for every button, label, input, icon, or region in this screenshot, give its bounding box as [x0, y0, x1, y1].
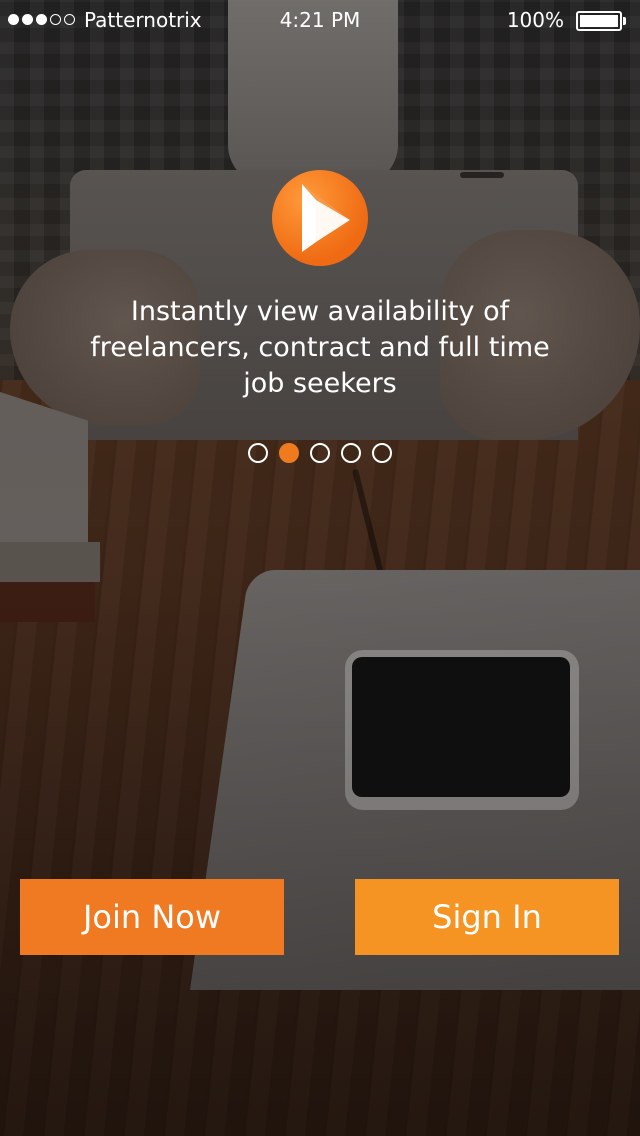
status-bar: Patternotrix 4:21 PM 100%	[0, 0, 640, 40]
page-indicator	[248, 443, 392, 463]
join-now-button[interactable]: Join Now	[20, 879, 284, 955]
page-dot-active[interactable]	[279, 443, 299, 463]
battery-percent: 100%	[506, 8, 564, 32]
page-dot[interactable]	[372, 443, 392, 463]
page-dot[interactable]	[341, 443, 361, 463]
sign-in-button[interactable]: Sign In	[355, 879, 619, 955]
onboarding-screen: Patternotrix 4:21 PM 100% Instantly view…	[0, 0, 640, 1136]
battery-tip	[623, 17, 626, 25]
battery-icon	[576, 11, 622, 31]
page-dot[interactable]	[310, 443, 330, 463]
page-dot[interactable]	[248, 443, 268, 463]
play-logo-icon	[272, 170, 368, 266]
onboarding-headline: Instantly view availability of freelance…	[90, 296, 550, 399]
